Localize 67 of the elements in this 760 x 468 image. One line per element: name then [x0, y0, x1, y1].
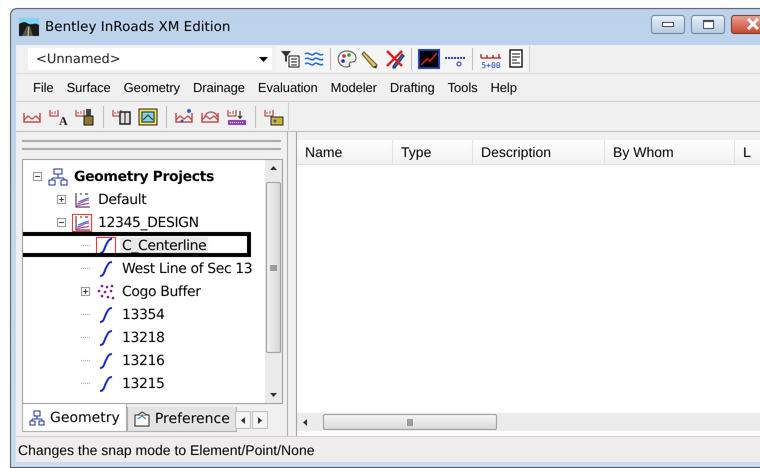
- tree-item[interactable]: Geometry Projects: [72, 168, 216, 186]
- profile-graph-icon[interactable]: [418, 49, 440, 69]
- section-transfer-icon[interactable]: [227, 108, 247, 126]
- status-text: Changes the snap mode to Element/Point/None: [18, 442, 315, 458]
- maximize-button[interactable]: [691, 14, 725, 34]
- collapse-toggle[interactable]: [33, 172, 42, 181]
- column-header[interactable]: Type: [393, 140, 473, 164]
- section-tag-icon[interactable]: [264, 108, 284, 126]
- project-icon: [72, 190, 92, 208]
- scroll-thumb[interactable]: [266, 182, 282, 353]
- menu-item[interactable]: Drafting: [382, 80, 441, 95]
- close-icon[interactable]: [746, 18, 760, 30]
- minimize-button[interactable]: [651, 14, 685, 34]
- tree-item[interactable]: Cogo Buffer: [120, 282, 203, 300]
- menu-item[interactable]: File: [26, 80, 60, 95]
- column-header[interactable]: L: [735, 140, 760, 164]
- column-header[interactable]: Description: [473, 140, 605, 164]
- project-dropdown[interactable]: <Unnamed>: [28, 48, 272, 70]
- window-icon: [134, 411, 150, 427]
- tree-item[interactable]: C_Centerline: [120, 236, 208, 254]
- right-arrow-icon[interactable]: [258, 416, 262, 424]
- left-arrow-icon[interactable]: [240, 416, 245, 424]
- expand-toggle[interactable]: [81, 287, 90, 296]
- scroll-right-button[interactable]: [252, 411, 268, 429]
- menu-item[interactable]: Surface: [60, 80, 117, 95]
- grip-icon: [270, 264, 278, 270]
- hierarchy-icon: [48, 168, 68, 186]
- app-logo-icon: [19, 18, 39, 36]
- scroll-left-button[interactable]: [234, 411, 251, 429]
- document-icon[interactable]: [507, 49, 525, 69]
- section-panel-icon[interactable]: [112, 108, 132, 126]
- panel-grip[interactable]: [22, 140, 282, 150]
- tree-item[interactable]: 13218: [120, 328, 167, 346]
- tree-item[interactable]: 13216: [120, 352, 167, 370]
- column-header[interactable]: By Whom: [605, 140, 735, 164]
- scroll-down-icon[interactable]: [270, 393, 278, 397]
- expand-toggle[interactable]: [57, 195, 66, 204]
- tree-item[interactable]: 13215: [120, 374, 167, 392]
- section-picture-icon[interactable]: [138, 108, 158, 126]
- menu-item[interactable]: Help: [484, 80, 523, 95]
- filter-list-icon[interactable]: [280, 49, 300, 69]
- hierarchy-icon: [29, 410, 45, 426]
- panel-tab[interactable]: Preference: [126, 407, 237, 432]
- menu-item[interactable]: Drainage: [186, 80, 251, 95]
- column-header[interactable]: Name: [297, 140, 393, 164]
- tree-item[interactable]: West Line of Sec 13: [120, 260, 254, 278]
- palette-icon[interactable]: [337, 49, 357, 69]
- horizontal-scrollbar[interactable]: [297, 413, 760, 431]
- scroll-up-icon[interactable]: [270, 166, 278, 170]
- window-title: Bentley InRoads XM Edition: [45, 19, 232, 35]
- tree-item[interactable]: 13354: [120, 306, 167, 324]
- menu-item[interactable]: Evaluation: [250, 80, 324, 95]
- scroll-thumb[interactable]: [323, 414, 497, 430]
- collapse-toggle[interactable]: [57, 218, 66, 227]
- menu-item[interactable]: Tools: [440, 80, 484, 95]
- section-edit-icon[interactable]: [175, 108, 195, 126]
- grip-icon: [407, 418, 413, 426]
- crossed-pencil-icon[interactable]: [385, 49, 405, 69]
- tree-item[interactable]: Default: [96, 190, 148, 208]
- menu-item[interactable]: Modeler: [324, 80, 383, 95]
- tree-item[interactable]: 12345_DESIGN: [96, 214, 201, 232]
- menu-item[interactable]: Geometry: [116, 80, 186, 95]
- panel-tab[interactable]: Geometry: [22, 404, 127, 432]
- section-brush-icon[interactable]: [75, 108, 95, 126]
- scroll-left-icon[interactable]: [303, 418, 307, 426]
- vertical-scrollbar[interactable]: [265, 160, 282, 403]
- dropdown-arrow-icon[interactable]: [259, 56, 268, 62]
